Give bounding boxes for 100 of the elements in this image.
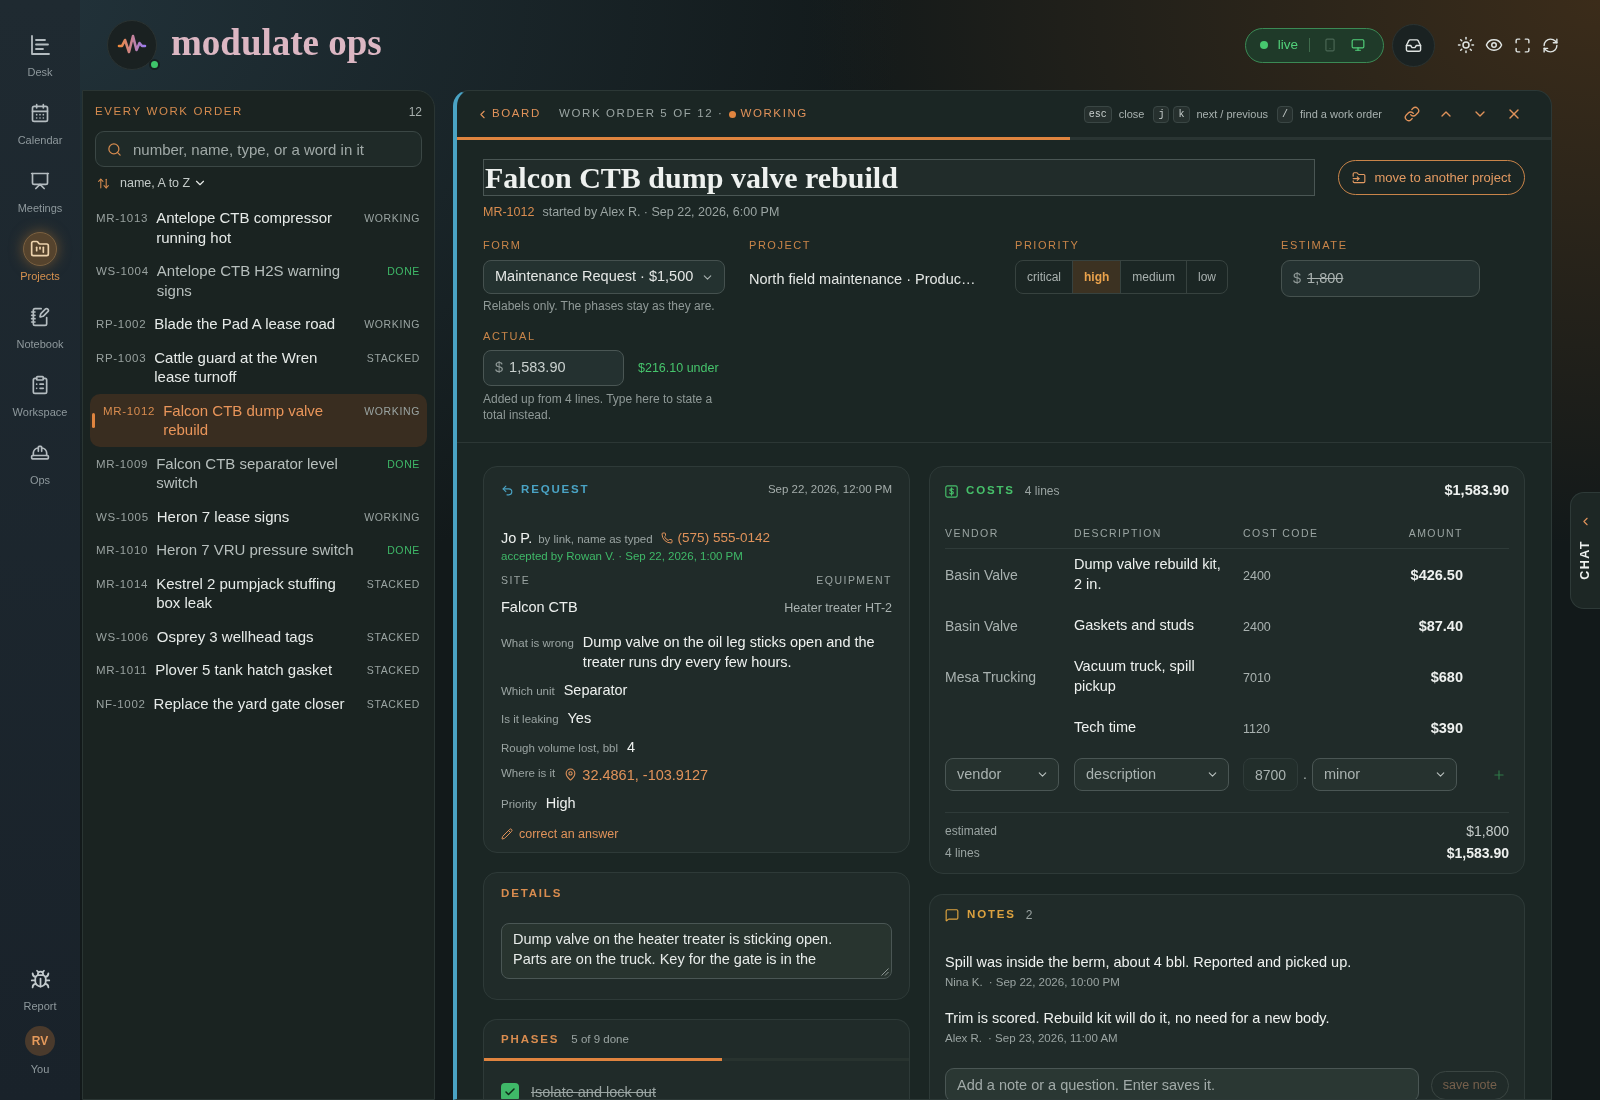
user-label: You: [30, 1062, 50, 1076]
work-order-item[interactable]: RP-1002 Blade the Pad A lease road WORKING: [90, 307, 427, 341]
nav-item[interactable]: Projects: [4, 229, 76, 297]
actual-field[interactable]: $ 1,583.90: [483, 350, 624, 386]
table-cell-text: Gaskets and studs: [1074, 615, 1196, 635]
column-header: COST CODE: [1243, 526, 1319, 540]
user-avatar[interactable]: RV: [25, 1026, 55, 1056]
order-status: STACKED: [366, 350, 420, 365]
report-button[interactable]: Report: [4, 959, 76, 1013]
work-order-item[interactable]: MR-1014 Kestrel 2 pumpjack stuffing box leak STACKED: [90, 566, 427, 620]
nav-item[interactable]: Notebook: [4, 297, 76, 365]
notes-count: 2: [1025, 907, 1033, 924]
description-select[interactable]: description: [1074, 758, 1229, 791]
table-cell: $426.50: [1410, 566, 1463, 583]
estimate-field[interactable]: $ 1,800: [1281, 260, 1480, 297]
work-order-item[interactable]: NF-1002 Replace the yard gate closer STACKED: [90, 686, 427, 720]
table-cell: 7010: [1243, 670, 1271, 685]
nav-item[interactable]: Desk: [4, 25, 76, 93]
priority-label: PRIORITY: [1015, 238, 1080, 253]
answer-question: Where is it: [501, 765, 556, 781]
order-name: Falcon CTB dump valve rebuild: [163, 400, 325, 440]
form-select[interactable]: Maintenance Request · $1,500: [483, 260, 725, 294]
correct-answer-link[interactable]: correct an answer: [501, 826, 619, 842]
vendor-select[interactable]: vendor: [945, 758, 1059, 791]
nav-item[interactable]: Meetings: [4, 161, 76, 229]
order-number: MR-1013: [96, 211, 149, 225]
phone-link[interactable]: (575) 555-0142: [660, 527, 770, 549]
link-button[interactable]: [1402, 104, 1422, 124]
total-value: $1,583.90: [1446, 843, 1509, 863]
order-name: Heron 7 lease signs: [156, 506, 291, 526]
request-time: Sep 22, 2026, 12:00 PM: [767, 482, 892, 498]
folder-arrow-icon: [1352, 170, 1367, 185]
list-count: 12: [408, 104, 422, 121]
nav-item[interactable]: Calendar: [4, 93, 76, 161]
table-cell: Basin Valve: [945, 566, 1018, 583]
order-name: Osprey 3 wellhead tags: [156, 626, 315, 646]
requester-name: Jo P.: [501, 529, 533, 548]
table-cell: $87.40: [1418, 617, 1463, 634]
nav-item[interactable]: Workspace: [4, 365, 76, 433]
site-name: Falcon CTB: [501, 598, 578, 618]
answer-question: Is it leaking: [501, 712, 559, 728]
table-cell-text: Vacuum truck, spill pickup: [1074, 657, 1196, 696]
note-author: Alex R.: [945, 1031, 983, 1046]
project-name: North field maintenance · Produc…: [749, 270, 976, 289]
form-label: FORM: [483, 238, 522, 253]
keyboard-key: k: [1173, 105, 1190, 123]
priority-option[interactable]: medium: [1120, 261, 1187, 293]
inbox-button[interactable]: [1392, 23, 1435, 67]
link-icon: [1404, 106, 1420, 122]
minor-select[interactable]: minor: [1311, 758, 1457, 791]
answer-question: What is wrong: [501, 636, 574, 651]
order-number: MR-1012: [103, 403, 156, 418]
work-order-item[interactable]: WS-1006 Osprey 3 wellhead tags STACKED: [90, 619, 427, 653]
order-name: Plover 5 tank hatch gasket: [155, 660, 334, 680]
priority-option[interactable]: low: [1186, 261, 1228, 293]
theme-button[interactable]: [1455, 34, 1477, 56]
work-order-item[interactable]: MR-1011 Plover 5 tank hatch gasket STACKED: [90, 653, 427, 687]
priority-option[interactable]: critical: [1016, 261, 1072, 293]
order-status: DONE: [387, 264, 420, 278]
checkbox[interactable]: [501, 1083, 519, 1099]
table-cell-text: Tech time: [1074, 717, 1138, 737]
table-cell: $680: [1430, 668, 1463, 685]
work-order-item[interactable]: MR-1010 Heron 7 VRU pressure switch DONE: [90, 533, 427, 567]
work-order-item[interactable]: RP-1003 Cattle guard at the Wren lease turnoff STACKED: [90, 340, 427, 394]
actual-label: ACTUAL: [483, 329, 536, 344]
search-field[interactable]: number, name, type, or a word in it: [95, 131, 422, 167]
presentation-board-icon: [30, 171, 50, 191]
work-order-item[interactable]: WS-1004 Antelope CTB H2S warning signs DONE: [90, 254, 427, 307]
board-back-link[interactable]: BOARD: [476, 105, 541, 123]
cost-code-field[interactable]: 8700: [1243, 758, 1298, 791]
order-number: RP-1003: [96, 350, 147, 365]
work-order-item[interactable]: MR-1013 Antelope CTB compressor running hot WORKING: [90, 201, 427, 254]
table-cell-text: Dump valve rebuild kit, 2 in.: [1074, 555, 1222, 594]
chat-tab[interactable]: CHAT: [1570, 492, 1600, 609]
notes-title: NOTES: [967, 907, 1016, 923]
note-input[interactable]: Add a note or a question. Enter saves it.: [945, 1068, 1419, 1099]
note-time: · Sep 23, 2026, 11:00 AM: [988, 1031, 1118, 1046]
work-order-item[interactable]: MR-1012 Falcon CTB dump valve rebuild WORKING: [90, 393, 427, 447]
title-field[interactable]: Falcon CTB dump valve rebuild: [483, 159, 1316, 196]
details-text-field[interactable]: Dump valve on the heater treater is sticking open. Parts are on the truck. Key for the gate is in the: [501, 923, 892, 979]
order-name: Replace the yard gate closer: [153, 693, 346, 713]
phases-summary: 5 of 9 done: [571, 1031, 629, 1047]
request-source: by link, name as typed: [538, 532, 653, 547]
table-cell: Basin Valve: [945, 617, 1018, 634]
order-number: MR-1014: [96, 576, 149, 591]
location-link[interactable]: 32.4861, -103.9127: [564, 764, 709, 785]
details-title: DETAILS: [501, 886, 563, 901]
order-number: MR-1009: [96, 456, 149, 471]
keyboard-key: /: [1277, 105, 1294, 123]
costs-title: COSTS: [966, 483, 1015, 499]
form-hint: Relabels only. The phases stay as they are.: [483, 299, 715, 313]
nav-item[interactable]: Ops: [4, 433, 76, 501]
accepted-by: accepted by Rowan V. · Sep 22, 2026, 1:00 PM: [501, 549, 744, 564]
work-order-item[interactable]: MR-1009 Falcon CTB separator level switch DONE: [90, 446, 427, 500]
order-name: Antelope CTB H2S warning signs: [156, 261, 342, 300]
sort-button[interactable]: name, A to Z: [97, 175, 208, 191]
phone-icon: [660, 532, 673, 544]
priority-option[interactable]: high: [1072, 261, 1121, 293]
work-order-item[interactable]: WS-1005 Heron 7 lease signs WORKING: [90, 499, 427, 533]
wave-logo-icon: [107, 20, 157, 70]
